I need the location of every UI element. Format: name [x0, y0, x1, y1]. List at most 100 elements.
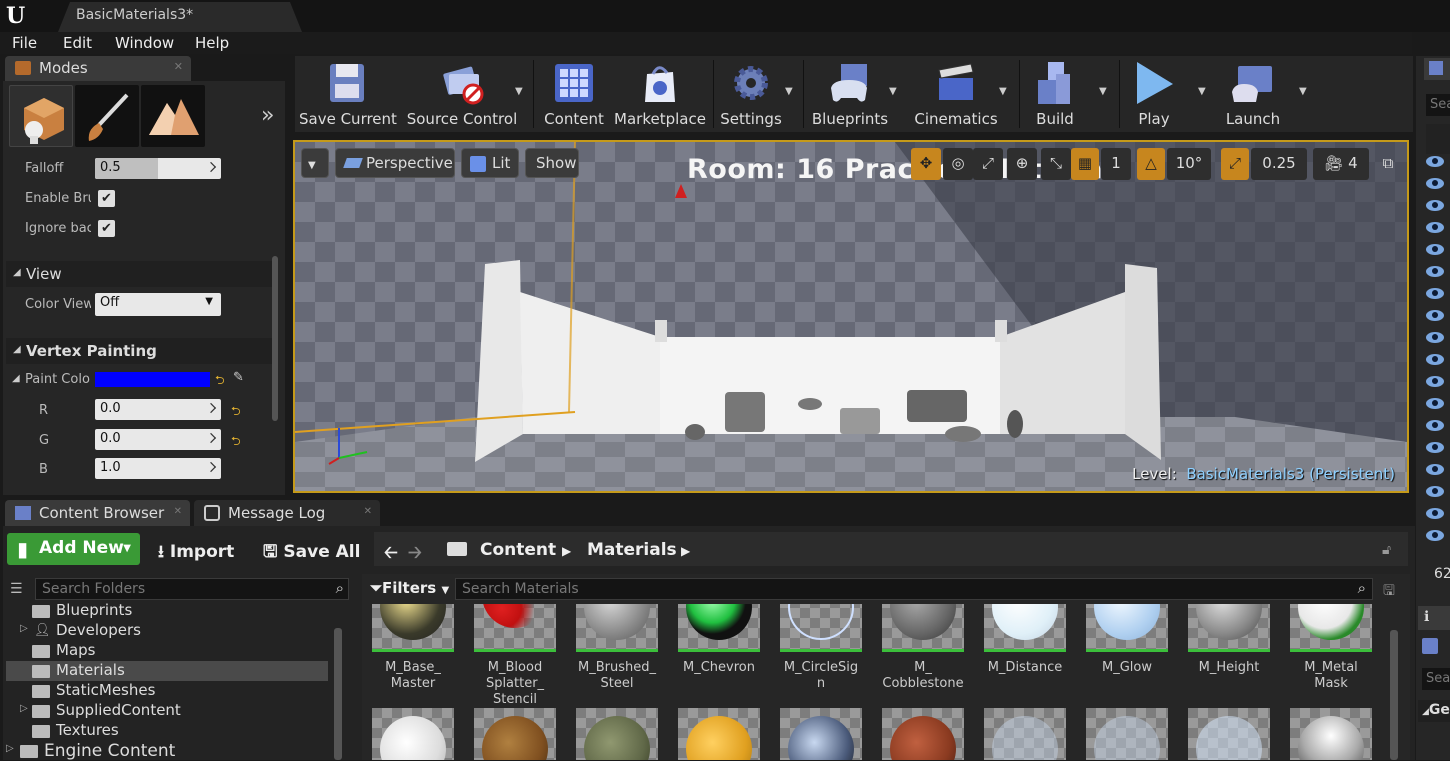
launch-button[interactable]: Launch — [1217, 56, 1289, 132]
close-icon[interactable]: ✕ — [364, 506, 372, 517]
save-search-icon[interactable]: 🖫︎ — [1383, 580, 1395, 604]
menu-window[interactable]: Window — [115, 34, 174, 52]
visibility-eye-icon[interactable] — [1426, 464, 1444, 475]
folder-developers[interactable]: ▷ 👤︎ Developers — [6, 621, 328, 641]
scale-tool-button[interactable]: ⤢ — [973, 148, 1003, 180]
details-search-input[interactable]: Sea — [1422, 668, 1450, 690]
cinematics-button[interactable]: Cinematics — [909, 56, 1003, 132]
asset-m-glow[interactable]: M_Glow — [1086, 604, 1168, 676]
tab-content-browser[interactable]: Content Browser ✕ — [5, 500, 190, 526]
scale-snap-value[interactable]: 0.25 — [1251, 148, 1307, 180]
content-button[interactable]: Content — [539, 56, 609, 132]
menu-file[interactable]: File — [12, 34, 37, 52]
folder-tree-scrollbar[interactable] — [334, 628, 342, 760]
visibility-eye-icon[interactable] — [1426, 156, 1444, 167]
asset-tile[interactable] — [1290, 708, 1372, 760]
visibility-eye-icon[interactable] — [1426, 310, 1444, 321]
grid-snap-value[interactable]: 1 — [1101, 148, 1131, 180]
grid-snap-toggle[interactable]: ▦ — [1071, 148, 1099, 180]
tab-message-log[interactable]: Message Log ✕ — [194, 500, 380, 526]
blueprints-button[interactable]: Blueprints — [807, 56, 893, 132]
visibility-eye-icon[interactable] — [1426, 530, 1444, 541]
asset-m-cobblestone[interactable]: M_ Cobblestone — [882, 604, 964, 692]
close-icon[interactable]: ✕ — [174, 60, 183, 73]
camera-speed-button[interactable]: 🎥︎ 4 — [1313, 148, 1369, 180]
maximize-viewport-button[interactable]: ⧉ — [1377, 148, 1399, 180]
asset-tile[interactable] — [1086, 708, 1168, 760]
tree-toggle-icon[interactable]: ☰ — [10, 581, 23, 597]
landscape-mode-button[interactable] — [141, 85, 205, 147]
launch-dropdown-icon[interactable]: ▼ — [1299, 86, 1307, 97]
perspective-button[interactable]: Perspective — [335, 148, 455, 178]
details-tab[interactable]: ℹ — [1418, 606, 1450, 630]
asset-tile[interactable] — [372, 708, 454, 760]
search-materials-input[interactable]: Search Materials ⌕ — [455, 578, 1373, 600]
place-mode-button[interactable] — [9, 85, 73, 147]
eyedropper-icon[interactable]: ✎ — [233, 370, 244, 385]
surface-snap-button[interactable]: ⤡ — [1041, 148, 1071, 180]
asset-m-circlesign[interactable]: M_CircleSign — [780, 604, 862, 692]
visibility-eye-icon[interactable] — [1426, 332, 1444, 343]
visibility-eye-icon[interactable] — [1426, 376, 1444, 387]
show-button[interactable]: Show — [525, 148, 579, 178]
asset-m-blood-splatter-stencil[interactable]: M_Blood Splatter_ Stencil — [474, 604, 556, 708]
search-folders-input[interactable]: Search Folders ⌕ — [35, 578, 349, 600]
rotate-tool-button[interactable]: ◎ — [943, 148, 973, 180]
expand-arrow-icon[interactable]: ▷ — [20, 623, 28, 634]
lit-button[interactable]: Lit — [461, 148, 519, 178]
build-dropdown-icon[interactable]: ▼ — [1099, 86, 1107, 97]
asset-tile[interactable] — [780, 708, 862, 760]
forward-arrow-icon[interactable]: 🡢 — [408, 540, 422, 569]
folder-engine-content[interactable]: ▷ Engine Content — [2, 741, 324, 761]
visibility-eye-icon[interactable] — [1426, 266, 1444, 277]
crumb-content[interactable]: Content — [480, 540, 556, 560]
visibility-eye-icon[interactable] — [1426, 420, 1444, 431]
reset-arrow-icon[interactable]: ⮌ — [215, 371, 225, 392]
color-view-select[interactable]: Off ▼ — [95, 293, 221, 316]
view-section-header[interactable]: ◢ View — [6, 261, 272, 287]
vertex-painting-section-header[interactable]: ◢ Vertex Painting — [6, 338, 272, 364]
filters-button[interactable]: ⏷Filters ▼ — [370, 579, 449, 597]
back-arrow-icon[interactable]: 🡠 — [384, 540, 398, 569]
expand-triangle-icon[interactable]: ◢ — [12, 373, 20, 384]
marketplace-button[interactable]: Marketplace — [613, 56, 707, 132]
folder-maps[interactable]: Maps — [6, 641, 328, 661]
modes-scrollbar[interactable] — [272, 256, 278, 421]
asset-m-chevron[interactable]: M_Chevron — [678, 604, 760, 676]
reset-arrow-icon[interactable]: ⮌ — [231, 402, 241, 423]
reset-arrow-icon[interactable]: ⮌ — [231, 432, 241, 453]
asset-m-height[interactable]: M_Height — [1188, 604, 1270, 676]
folder-staticmeshes[interactable]: StaticMeshes — [6, 681, 328, 701]
translate-tool-button[interactable]: ✥ — [911, 148, 941, 180]
visibility-eye-icon[interactable] — [1426, 486, 1444, 497]
build-button[interactable]: Build — [1023, 56, 1087, 132]
paint-color-swatch[interactable] — [95, 372, 210, 387]
folder-suppliedcontent[interactable]: ▷ SuppliedContent — [6, 701, 328, 721]
settings-dropdown-icon[interactable]: ▼ — [785, 86, 793, 97]
enable-brush-checkbox[interactable]: ✔ — [98, 190, 115, 207]
folder-textures[interactable]: Textures — [6, 721, 328, 741]
close-icon[interactable]: ✕ — [174, 506, 182, 517]
outliner-tab[interactable] — [1424, 58, 1450, 80]
lock-icon[interactable]: 🔓︎ — [1382, 542, 1391, 558]
general-section-header[interactable]: ◢Ge — [1418, 700, 1450, 722]
expand-arrow-icon[interactable]: ▷ — [20, 703, 28, 714]
cinematics-dropdown-icon[interactable]: ▼ — [999, 86, 1007, 97]
save-current-button[interactable]: Save Current — [299, 56, 397, 132]
import-button[interactable]: ⭳ Import — [158, 539, 234, 568]
menu-edit[interactable]: Edit — [63, 34, 92, 52]
asset-tile[interactable] — [1188, 708, 1270, 760]
visibility-eye-icon[interactable] — [1426, 200, 1444, 211]
g-input[interactable]: 0.0 — [95, 429, 221, 450]
crumb-separator-icon[interactable]: ▶ — [681, 544, 690, 558]
rotation-snap-value[interactable]: 10° — [1167, 148, 1211, 180]
source-control-dropdown-icon[interactable]: ▼ — [515, 86, 523, 97]
asset-m-distance[interactable]: M_Distance — [984, 604, 1066, 676]
modes-tab[interactable]: Modes ✕ — [5, 56, 191, 81]
asset-view-scrollbar[interactable] — [1390, 630, 1398, 760]
add-new-button[interactable]: ▮ Add New ▼ — [7, 533, 140, 565]
crumb-materials[interactable]: Materials — [587, 540, 677, 560]
world-local-button[interactable]: ⊕ — [1007, 148, 1037, 180]
b-input[interactable]: 1.0 — [95, 458, 221, 479]
asset-m-brushed-steel[interactable]: M_Brushed_ Steel — [576, 604, 658, 692]
